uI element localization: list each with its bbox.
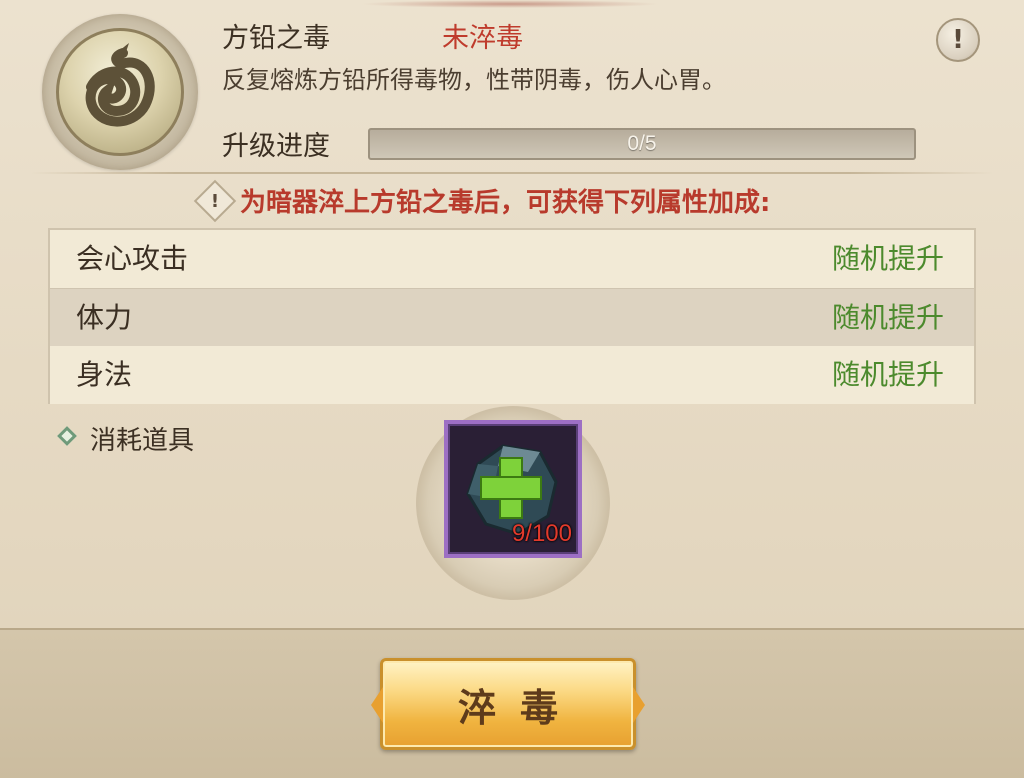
apply-poison-button[interactable]: 淬毒 — [371, 658, 645, 750]
attribute-row: 会心攻击 随机提升 — [50, 230, 974, 288]
attribute-row: 体力 随机提升 — [50, 288, 974, 348]
poison-emblem — [42, 14, 198, 170]
progress-text: 0/5 — [627, 132, 657, 155]
attribute-value: 随机提升 — [831, 358, 944, 391]
attribute-name: 会心攻击 — [76, 242, 189, 275]
consume-item-slot[interactable]: 9/100 — [444, 420, 582, 558]
progress-label: 升级进度 — [222, 131, 330, 162]
attribute-value: 随机提升 — [831, 242, 944, 275]
info-button[interactable]: ! — [936, 18, 980, 62]
attribute-row: 身法 随机提升 — [50, 346, 974, 404]
poison-name: 方铅之毒 — [222, 23, 330, 54]
top-accent-decoration — [360, 0, 660, 8]
attribute-table: 会心攻击 随机提升 体力 随机提升 身法 随机提升 — [48, 228, 976, 404]
attribute-name: 体力 — [76, 301, 133, 334]
bonus-notice: 为暗器淬上方铅之毒后，可获得下列属性加成: — [240, 188, 771, 218]
item-count: 9/100 — [511, 520, 572, 547]
section-divider — [30, 172, 994, 174]
exclamation-icon: ! — [952, 25, 964, 55]
consume-label: 消耗道具 — [90, 426, 195, 456]
poison-status: 未淬毒 — [442, 23, 523, 54]
upgrade-progress-bar: 0/5 — [368, 128, 916, 160]
poison-description: 反复熔炼方铅所得毒物，性带阴毒，伤人心胃。 — [222, 66, 726, 94]
poison-swirl-icon — [56, 28, 184, 156]
attribute-name: 身法 — [76, 358, 133, 391]
attribute-value: 随机提升 — [831, 301, 944, 334]
